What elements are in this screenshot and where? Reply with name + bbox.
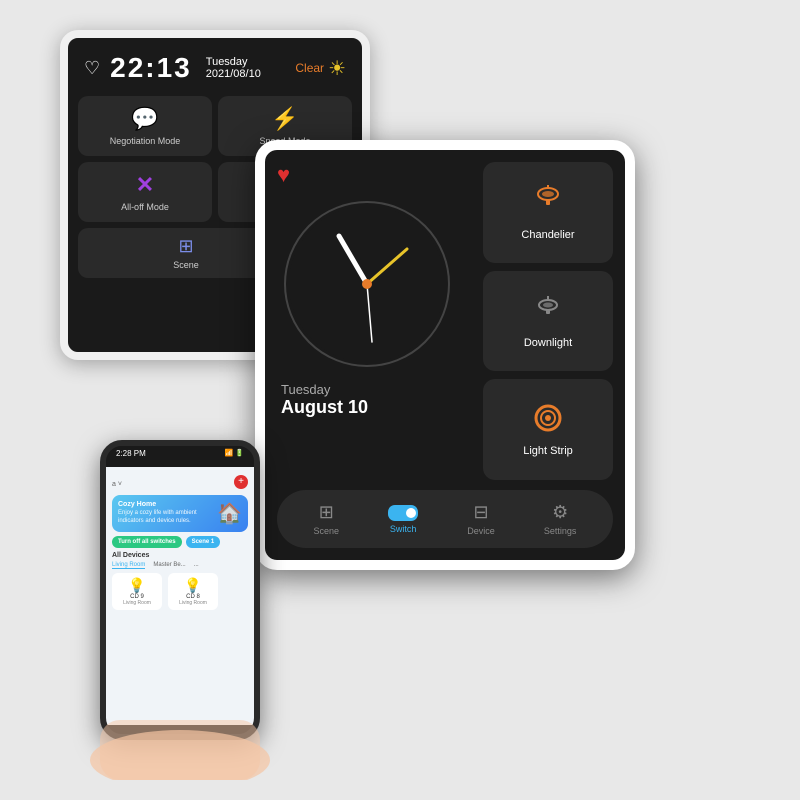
bottom-nav-front: ⊞ Scene Switch ⊟ Device ⚙ Settings <box>277 490 613 548</box>
downlight-label: Downlight <box>524 337 572 349</box>
phone-time: 2:28 PM <box>116 449 146 458</box>
clock-container <box>277 194 457 374</box>
phone-quick-btns: Turn off all switches Scene 1 <box>112 536 248 548</box>
day-text-back: Tuesday <box>206 56 261 68</box>
chandelier-label: Chandelier <box>521 229 574 241</box>
date-text-back: 2021/08/10 <box>206 68 261 80</box>
negotiation-icon: 💬 <box>131 106 158 132</box>
heart-row: ♥ <box>277 162 473 188</box>
nav-settings[interactable]: ⚙ Settings <box>532 498 589 540</box>
scene-nav-icon: ⊞ <box>319 502 334 523</box>
clock-svg <box>277 194 457 374</box>
date-day: Tuesday <box>281 382 473 397</box>
phone-nav-back: a ˅ <box>112 473 122 491</box>
scene-icon-back: ⊞ <box>178 236 193 257</box>
all-off-label: All-off Mode <box>121 202 169 212</box>
phone-container: 2:28 PM 📶 🔋 a ˅ + Cozy Home Enjoy a cozy… <box>100 440 260 740</box>
phone-section-title: All Devices <box>112 552 248 559</box>
phone-header: a ˅ + <box>112 473 248 491</box>
nav-device[interactable]: ⊟ Device <box>455 498 507 540</box>
date-section: Tuesday August 10 <box>277 382 473 418</box>
chandelier-icon <box>532 184 564 223</box>
settings-nav-icon: ⚙ <box>552 502 568 523</box>
negotiation-label: Negotiation Mode <box>110 136 181 146</box>
light-strip-label: Light Strip <box>523 445 573 457</box>
phone-banner-desc: Enjoy a cozy life with ambient indicator… <box>118 510 213 526</box>
phone-devices: 💡 CD 9 Living Room 💡 CD 8 Living Room <box>112 573 248 610</box>
phone-device-cd9-room: Living Room <box>116 600 158 606</box>
speed-icon: ⚡ <box>271 106 298 132</box>
scene1-btn[interactable]: Scene 1 <box>186 536 221 548</box>
right-section: Chandelier Downlight <box>483 162 613 480</box>
negotiation-mode-btn[interactable]: 💬 Negotiation Mode <box>78 96 212 156</box>
light-strip-btn[interactable]: Light Strip <box>483 379 613 480</box>
back-panel-topbar: ♡ 22:13 Tuesday 2021/08/10 Clear ☀ <box>78 48 352 88</box>
phone-device-cd8-icon: 💡 <box>172 577 214 594</box>
date-col-back: Tuesday 2021/08/10 <box>206 56 261 80</box>
phone-add-btn[interactable]: + <box>234 475 248 489</box>
switch-toggle-front[interactable] <box>388 505 418 521</box>
date-full: August 10 <box>281 397 473 418</box>
chandelier-btn[interactable]: Chandelier <box>483 162 613 263</box>
weather-section: Clear ☀ <box>295 56 346 81</box>
switch-nav-label: Switch <box>390 524 417 534</box>
phone-tabs: Living Room Master Be... ... <box>112 562 248 569</box>
time-display-back: 22:13 <box>110 52 192 84</box>
front-content: ♥ <box>277 162 613 480</box>
device-nav-label: Device <box>467 526 495 536</box>
scene-label-back: Scene <box>173 260 199 270</box>
scene-nav-label: Scene <box>314 526 340 536</box>
weather-label: Clear <box>295 61 324 75</box>
phone-tab-living[interactable]: Living Room <box>112 562 145 569</box>
device-nav-icon: ⊟ <box>473 502 488 523</box>
phone-tab-master[interactable]: Master Be... <box>153 562 185 569</box>
phone-banner: Cozy Home Enjoy a cozy life with ambient… <box>112 495 248 532</box>
downlight-btn[interactable]: Downlight <box>483 271 613 372</box>
settings-nav-label: Settings <box>544 526 577 536</box>
turn-off-all-btn[interactable]: Turn off all switches <box>112 536 182 548</box>
nav-scene[interactable]: ⊞ Scene <box>302 498 352 540</box>
phone-device-cd8[interactable]: 💡 CD 8 Living Room <box>168 573 218 610</box>
nav-switch[interactable]: Switch <box>376 501 430 538</box>
heart-icon-front: ♥ <box>277 162 290 187</box>
phone-device-cd9[interactable]: 💡 CD 9 Living Room <box>112 573 162 610</box>
phone-status-icons: 📶 🔋 <box>225 449 244 458</box>
phone-device-cd9-icon: 💡 <box>116 577 158 594</box>
left-section: ♥ <box>277 162 473 480</box>
phone-device-cd8-room: Living Room <box>172 600 214 606</box>
phone-frame: 2:28 PM 📶 🔋 a ˅ + Cozy Home Enjoy a cozy… <box>100 440 260 740</box>
phone-banner-text: Cozy Home Enjoy a cozy life with ambient… <box>118 501 213 526</box>
phone-banner-icon: 🏠 <box>217 501 242 526</box>
front-panel: ♥ <box>255 140 635 570</box>
heart-icon-back: ♡ <box>84 58 100 79</box>
all-off-icon: ✕ <box>136 172 154 198</box>
phone-tab-more[interactable]: ... <box>194 562 199 569</box>
phone-banner-title: Cozy Home <box>118 501 213 508</box>
phone-screen: a ˅ + Cozy Home Enjoy a cozy life with a… <box>106 467 254 725</box>
light-strip-icon <box>532 402 564 439</box>
phone-notch <box>160 459 200 467</box>
all-off-mode-btn[interactable]: ✕ All-off Mode <box>78 162 212 222</box>
sun-icon: ☀ <box>328 56 346 81</box>
downlight-icon <box>532 294 564 331</box>
